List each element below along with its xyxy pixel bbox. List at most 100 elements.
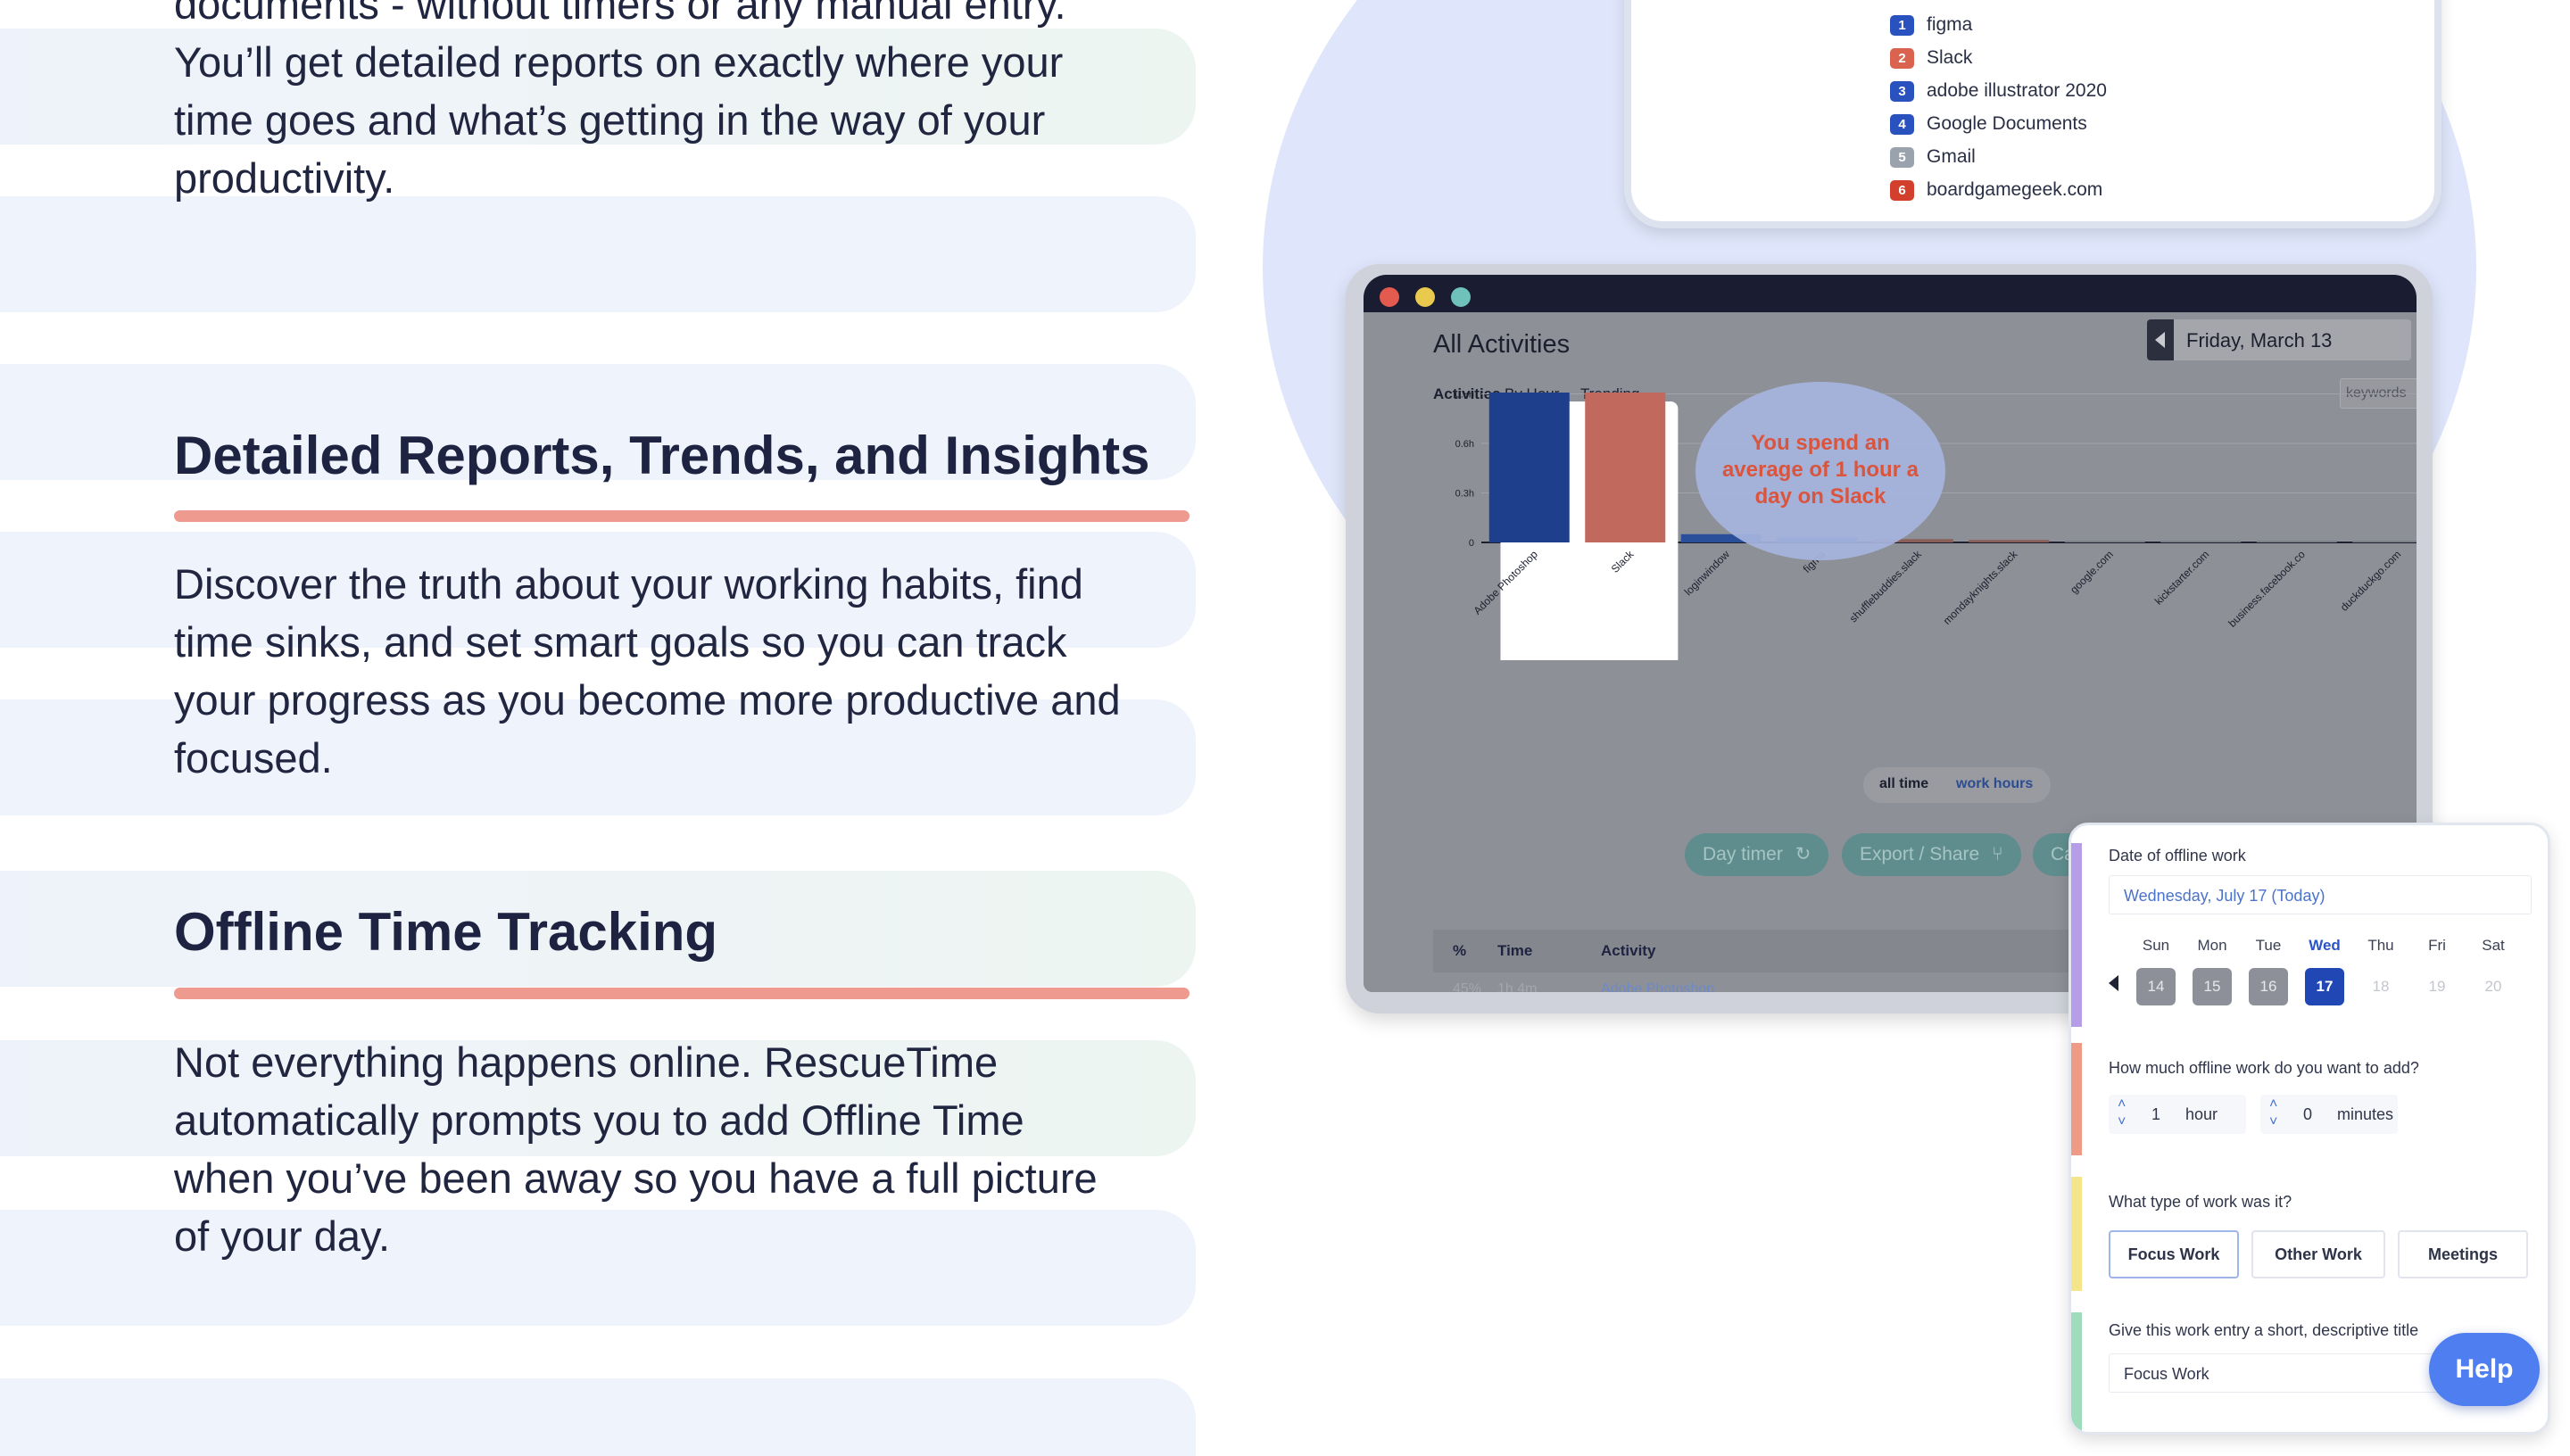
prev-week-icon[interactable] — [2109, 975, 2118, 991]
x-tick-label: google.com — [2068, 548, 2116, 596]
maximize-dot-icon[interactable] — [1451, 287, 1471, 307]
rank-badge: 1 — [1890, 14, 1914, 36]
col-percent: % — [1453, 942, 1467, 959]
app-name: boardgamegeek.com — [1927, 179, 2103, 200]
export-share-button[interactable]: Export / Share ⑂ — [1842, 833, 2021, 876]
x-tick-label: shufflebuddies.slack — [1847, 548, 1925, 625]
minutes-stepper[interactable]: ˄ ˅ 0 minutes — [2260, 1095, 2398, 1134]
app-list-item[interactable]: 2 Slack — [1890, 47, 1972, 69]
insight-line: You spend an — [1751, 431, 1890, 455]
x-tick-label: mondayknights.slack — [1941, 548, 2020, 627]
intro-text: documents - without timers or any manual… — [174, 0, 1200, 207]
bg-stripe — [0, 1378, 1196, 1456]
increment-icon[interactable]: ˄ — [2118, 1096, 2126, 1113]
date-picker[interactable]: Friday, March 13 — [2147, 319, 2411, 360]
toggle-all-time[interactable]: all time — [1879, 776, 1928, 792]
timer-icon: ↻ — [1795, 844, 1811, 864]
app-list-item[interactable]: 6 boardgamegeek.com — [1890, 179, 2102, 201]
work-type-question: What type of work was it? — [2109, 1193, 2292, 1211]
text-line: Not everything happens online. RescueTim… — [174, 1038, 999, 1086]
date-label: Friday, March 13 — [2186, 329, 2333, 352]
prev-date-button[interactable] — [2147, 319, 2174, 360]
app-list-item[interactable]: 5 Gmail — [1890, 146, 1976, 168]
bar-2 — [1585, 393, 1666, 542]
bg-stripe — [0, 196, 1196, 312]
hours-unit: hour — [2185, 1105, 2218, 1123]
focus-work-option[interactable]: Focus Work — [2109, 1230, 2239, 1278]
button-label: Day timer — [1703, 844, 1783, 864]
x-tick-label: business.facebook.co — [2226, 548, 2308, 630]
text-line: time sinks, and set smart goals so you c… — [174, 618, 1067, 666]
section-body: Discover the truth about your working ha… — [174, 555, 1200, 787]
row-time: 1h 4m — [1497, 981, 1538, 992]
weekday-label: Sun — [2142, 937, 2170, 954]
bar-6 — [1969, 540, 2050, 542]
text-line: your progress as you become more product… — [174, 676, 1121, 724]
calendar-day[interactable]: 16 — [2249, 968, 2288, 1005]
calendar-day[interactable]: 17 — [2305, 968, 2344, 1005]
decrement-icon[interactable]: ˅ — [2269, 1114, 2277, 1130]
section-heading: Offline Time Tracking — [174, 902, 718, 962]
date-label: Date of offline work — [2109, 847, 2246, 864]
section-accent — [2071, 1312, 2082, 1432]
rank-badge: 6 — [1890, 179, 1914, 201]
section-accent — [2071, 843, 2082, 1027]
y-tick-label: 0.6h — [1455, 439, 1474, 450]
minutes-unit: minutes — [2337, 1105, 2394, 1123]
minimize-dot-icon[interactable] — [1415, 287, 1435, 307]
toggle-work-hours[interactable]: work hours — [1956, 776, 2033, 792]
app-list-item[interactable]: 1 figma — [1890, 14, 1972, 36]
date-field[interactable]: Wednesday, July 17 (Today) — [2109, 875, 2532, 914]
increment-icon[interactable]: ˄ — [2269, 1096, 2277, 1113]
section-body: Not everything happens online. RescueTim… — [174, 1033, 1200, 1265]
insight-line: day on Slack — [1754, 484, 1886, 509]
decrement-icon[interactable]: ˅ — [2118, 1114, 2126, 1130]
app-list-item[interactable]: 3 adobe illustrator 2020 — [1890, 80, 2107, 102]
row-activity-link[interactable]: Adobe Photoshop — [1601, 981, 1714, 992]
bar-10 — [2352, 541, 2417, 542]
app-list-item[interactable]: 4 Google Documents — [1890, 113, 2087, 135]
top-apps-card: 1 figma 2 Slack 3 adobe illustrator 2020 4 Goog… — [1624, 0, 2442, 228]
weekday-label: Sat — [2482, 937, 2505, 954]
col-time: Time — [1497, 942, 1533, 959]
x-tick-label: kickstarter.com — [2152, 548, 2211, 607]
time-range-toggle[interactable]: all time work hours — [1863, 767, 2051, 803]
calendar-day: 20 — [2484, 978, 2502, 995]
text-line: focused. — [174, 734, 333, 782]
calendar-day[interactable]: 14 — [2136, 968, 2176, 1005]
app-name: figma — [1927, 14, 1973, 35]
hours-stepper[interactable]: ˄ ˅ 1 hour — [2109, 1095, 2246, 1134]
app-name: Slack — [1927, 47, 1973, 68]
rank-badge: 3 — [1890, 80, 1914, 102]
text-line: documents - without timers or any manual… — [174, 0, 1066, 28]
calendar-day: 18 — [2372, 978, 2390, 995]
dashboard-title: All Activities — [1433, 330, 1571, 359]
text-line: of your day. — [174, 1212, 391, 1260]
help-button[interactable]: Help — [2429, 1333, 2540, 1406]
rank-badge: 2 — [1890, 47, 1914, 69]
bar-1 — [1488, 393, 1570, 542]
weekday-label: Tue — [2255, 937, 2282, 954]
entry-title-question: Give this work entry a short, descriptiv… — [2109, 1321, 2419, 1339]
section-heading: Detailed Reports, Trends, and Insights — [174, 426, 1150, 485]
close-dot-icon[interactable] — [1380, 287, 1399, 307]
section-accent — [2071, 1177, 2082, 1291]
hours-value: 1 — [2151, 1105, 2161, 1123]
rank-badge: 5 — [1890, 146, 1914, 168]
minutes-value: 0 — [2303, 1105, 2313, 1123]
calendar-day[interactable]: 15 — [2193, 968, 2232, 1005]
day-timer-button[interactable]: Day timer ↻ — [1685, 833, 1829, 876]
heading-underline — [174, 988, 1190, 999]
weekday-label: Mon — [2197, 937, 2227, 954]
window-titlebar — [1364, 275, 2417, 312]
text-line: automatically prompts you to add Offline… — [174, 1096, 1024, 1144]
meetings-option[interactable]: Meetings — [2398, 1230, 2528, 1278]
button-label: Export / Share — [1860, 844, 1980, 864]
other-work-option[interactable]: Other Work — [2251, 1230, 2385, 1278]
app-name: Google Documents — [1927, 113, 2087, 134]
calendar-day: 19 — [2428, 978, 2446, 995]
text-line: You’ll get detailed reports on exactly w… — [174, 38, 1064, 86]
x-tick-label: loginwindow — [1682, 548, 1732, 598]
chevron-left-icon — [2155, 332, 2165, 348]
y-tick-label: 0.3h — [1455, 489, 1474, 500]
